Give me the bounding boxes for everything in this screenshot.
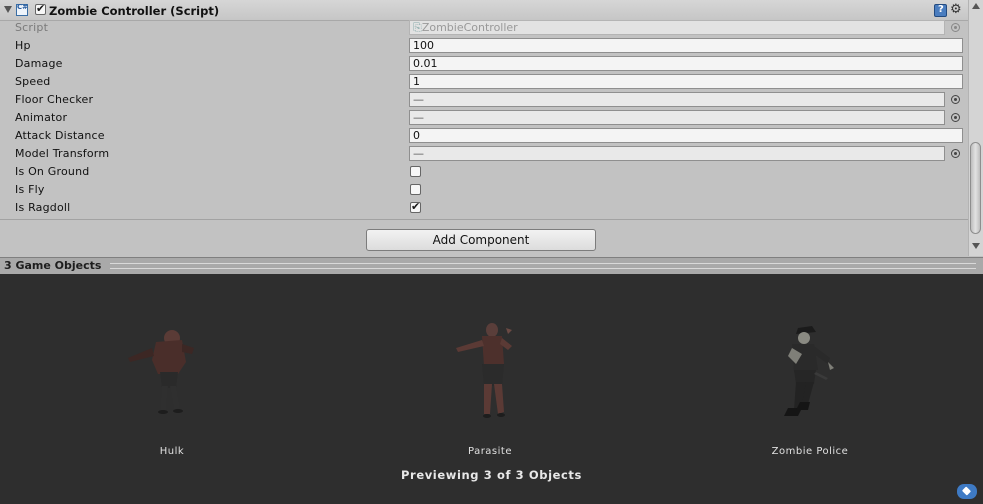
script-field-value: ZombieController — [421, 21, 518, 34]
is-fly-checkbox[interactable] — [410, 184, 421, 195]
field-label: Is Ragdoll — [15, 201, 71, 214]
scrollbar-thumb[interactable] — [970, 142, 981, 234]
help-book-icon[interactable] — [934, 4, 947, 17]
field-row-model-transform: Model Transform — — [0, 145, 968, 163]
preview-area[interactable]: Hulk Parasite Zombie Police Previewing 3… — [0, 274, 983, 504]
preview-count-label: Previewing 3 of 3 Objects — [401, 468, 582, 482]
is-ragdoll-checkbox[interactable] — [410, 200, 421, 213]
field-label: Floor Checker — [15, 93, 94, 106]
field-row-is-on-ground: Is On Ground — [0, 163, 968, 181]
is-on-ground-checkbox[interactable] — [410, 166, 421, 177]
object-picker-icon[interactable] — [951, 113, 960, 122]
field-label: Attack Distance — [15, 129, 105, 142]
tag-icon[interactable] — [957, 484, 977, 499]
field-row-is-fly: Is Fly — [0, 181, 968, 199]
field-label: Damage — [15, 57, 63, 70]
preview-header[interactable]: 3 Game Objects — [0, 257, 983, 275]
object-picker-icon — [951, 23, 960, 32]
inspector-panel: Zombie Controller (Script) ⚙ Script ⎘Zom… — [0, 0, 983, 258]
hp-input[interactable]: 100 — [409, 38, 963, 53]
field-row-hp: Hp 100 — [0, 37, 968, 55]
speed-input[interactable]: 1 — [409, 74, 963, 89]
script-icon-small: ⎘ — [413, 21, 422, 34]
animator-field[interactable]: — — [409, 110, 945, 125]
field-label: Is On Ground — [15, 165, 90, 178]
scroll-down-arrow-icon[interactable] — [972, 243, 980, 249]
field-row-animator: Animator — — [0, 109, 968, 127]
component-header[interactable]: Zombie Controller (Script) ⚙ — [0, 0, 968, 21]
component-title: Zombie Controller (Script) — [49, 4, 220, 18]
component-enabled-checkbox[interactable] — [35, 2, 46, 15]
field-row-script: Script ⎘ZombieController — [0, 19, 968, 37]
csharp-script-icon — [16, 3, 28, 16]
hulk-model-preview — [128, 330, 194, 414]
field-row-speed: Speed 1 — [0, 73, 968, 91]
script-field: ⎘ZombieController — [409, 20, 945, 35]
scroll-up-arrow-icon[interactable] — [972, 3, 980, 9]
drag-handle[interactable] — [110, 263, 976, 269]
object-picker-icon[interactable] — [951, 149, 960, 158]
field-label: Speed — [15, 75, 51, 88]
floor-checker-field[interactable]: — — [409, 92, 945, 107]
object-picker-icon[interactable] — [951, 95, 960, 104]
model-name-zombie-police: Zombie Police — [771, 446, 849, 457]
field-row-floor-checker: Floor Checker — — [0, 91, 968, 109]
divider — [0, 219, 968, 220]
model-transform-field[interactable]: — — [409, 146, 945, 161]
field-row-attack-distance: Attack Distance 0 — [0, 127, 968, 145]
damage-input[interactable]: 0.01 — [409, 56, 963, 71]
gear-icon[interactable]: ⚙ — [950, 2, 962, 17]
model-name-parasite: Parasite — [467, 446, 512, 457]
preview-title: 3 Game Objects — [4, 259, 102, 272]
parasite-model-preview — [456, 323, 512, 418]
foldout-triangle-icon[interactable] — [4, 6, 12, 13]
attack-distance-input[interactable]: 0 — [409, 128, 963, 143]
vertical-scrollbar[interactable] — [968, 0, 983, 256]
field-row-damage: Damage 0.01 — [0, 55, 968, 73]
model-name-hulk: Hulk — [159, 446, 185, 457]
field-label: Hp — [15, 39, 31, 52]
field-label: Model Transform — [15, 147, 110, 160]
field-label: Animator — [15, 111, 68, 124]
field-label: Is Fly — [15, 183, 45, 196]
field-label: Script — [15, 21, 49, 34]
field-row-is-ragdoll: Is Ragdoll — [0, 199, 968, 217]
zombie-police-model-preview — [784, 326, 834, 416]
add-component-button[interactable]: Add Component — [366, 229, 596, 251]
